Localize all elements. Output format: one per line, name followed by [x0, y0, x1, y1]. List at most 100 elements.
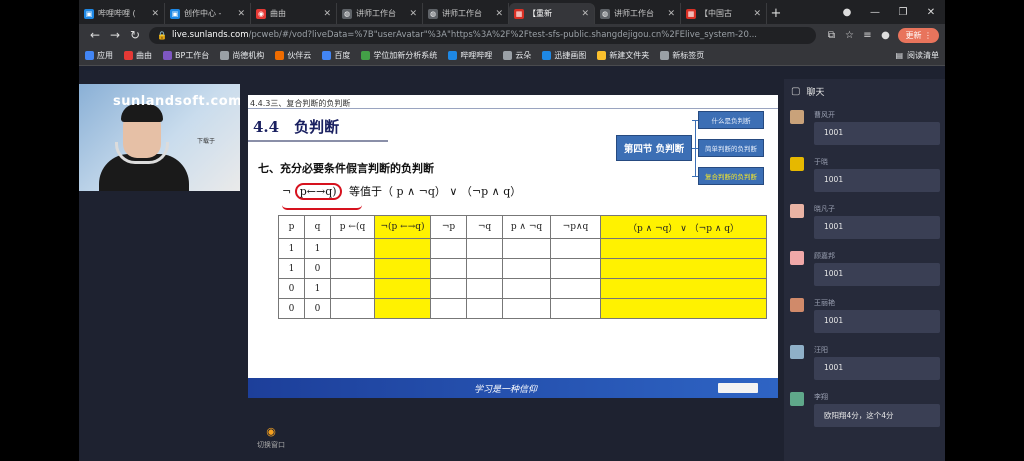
tab[interactable]: ▣ 哔哩哔哩 (✕: [79, 3, 165, 24]
bookmark-item[interactable]: 学位加新分析系统: [361, 50, 437, 61]
tab[interactable]: ▦ 【重新 ✕: [509, 3, 595, 24]
teacher-webcam[interactable]: sunlandsoft.com 下载于: [79, 84, 240, 191]
tab-close-icon[interactable]: ✕: [237, 9, 245, 19]
translate-icon[interactable]: ⧉: [822, 30, 840, 41]
switch-window-button[interactable]: ◉ 切换窗口: [257, 425, 285, 450]
footer-motto: 学习是一种信仰: [474, 385, 538, 395]
chat-message: 于晓 1001: [784, 150, 945, 197]
update-label: 更新: [905, 30, 922, 40]
bookmark-favicon-icon: [163, 51, 172, 60]
table-cell: [600, 298, 767, 319]
tab-label: 讲师工作台: [614, 9, 654, 18]
browser-window: ▣ 哔哩哔哩 (✕ ▣ 创作中心 - ✕ ◉ 曲由 ✕ ◍ 讲师工作台 ✕ ◍ 讲师工作台 ✕ ▦ 【重新 ✕ ◍…: [79, 0, 945, 461]
window-controls: ● — ❐ ✕: [833, 0, 945, 24]
bookmark-favicon-icon: [660, 51, 670, 60]
bookmark-star-icon[interactable]: ☆: [840, 30, 858, 41]
table-header: （p ∧ ¬q） ∨ （¬p ∧ q）: [600, 215, 767, 239]
mind-map-root: 第四节 负判断: [616, 135, 692, 161]
chat-panel: ▢ 聊天 曹风开 1001 于晓 1001 晓凡子 1001 顾嘉邦 1001 王丽艳 1001 汪…: [784, 79, 945, 461]
chat-username: 王丽艳: [814, 299, 835, 307]
forward-icon[interactable]: →: [105, 28, 125, 42]
truth-table-header-row: p q p ←(q ¬(p ←→q) ¬p ¬q p ∧ ¬q ¬p∧q （p …: [278, 215, 767, 239]
tab[interactable]: ◍ 讲师工作台 ✕: [423, 3, 509, 24]
chat-header: ▢ 聊天: [784, 79, 945, 103]
tab-close-icon[interactable]: ✕: [409, 9, 417, 19]
tab[interactable]: ▣ 创作中心 - ✕: [165, 3, 251, 24]
tab-close-icon[interactable]: ✕: [151, 9, 159, 19]
avatar[interactable]: [790, 392, 804, 406]
table-cell: [374, 278, 431, 299]
table-cell: [502, 238, 551, 259]
reading-list-button[interactable]: ▤ 阅读清单: [895, 50, 939, 61]
table-cell: [330, 278, 375, 299]
tab[interactable]: ◍ 讲师工作台 ✕: [337, 3, 423, 24]
chat-message: 王丽艳 1001: [784, 291, 945, 338]
bookmark-item[interactable]: 伙伴云: [275, 50, 311, 61]
avatar[interactable]: [790, 110, 804, 124]
bookmark-item[interactable]: BP工作台: [163, 50, 209, 61]
tab-close-icon[interactable]: ✕: [667, 9, 675, 19]
tab-close-icon[interactable]: ✕: [753, 9, 761, 19]
bookmark-label: 应用: [97, 51, 113, 60]
avatar[interactable]: [790, 298, 804, 312]
slide-heading: 4.4 负判断: [253, 118, 340, 136]
profile-icon[interactable]: ●: [876, 30, 894, 41]
avatar[interactable]: [790, 204, 804, 218]
chat-message-text: 欧阳翔4分，这个4分: [814, 404, 940, 427]
chat-username: 曹风开: [814, 111, 835, 119]
table-cell: [330, 238, 375, 259]
bookmark-item[interactable]: 迅捷画图: [542, 50, 586, 61]
tab[interactable]: ◍ 讲师工作台 ✕: [595, 3, 681, 24]
account-icon[interactable]: ●: [833, 7, 861, 18]
switch-window-icon: ◉: [266, 425, 276, 438]
address-bar[interactable]: 🔒 live.sunlands.com /pcweb/#/vod?liveDat…: [149, 26, 817, 44]
bookmark-item[interactable]: 尚德机构: [220, 50, 264, 61]
bookmark-favicon-icon: [124, 51, 133, 60]
bookmark-item[interactable]: 新建文件夹: [597, 50, 649, 61]
tab[interactable]: ▦ 【中国古 ✕: [681, 3, 767, 24]
bookmark-favicon-icon: [597, 51, 607, 60]
tab-strip: ▣ 哔哩哔哩 (✕ ▣ 创作中心 - ✕ ◉ 曲由 ✕ ◍ 讲师工作台 ✕ ◍ 讲师工作台 ✕ ▦ 【重新 ✕ ◍…: [79, 0, 945, 24]
tab-label: 创作中心 -: [184, 9, 222, 18]
table-cell: [430, 278, 467, 299]
bookmark-item[interactable]: 哔哩哔哩: [448, 50, 492, 61]
tab-label: 【重新: [528, 9, 552, 18]
new-tab-button[interactable]: +: [767, 3, 785, 24]
bookmark-item[interactable]: 云朵: [503, 50, 531, 61]
chat-message-list[interactable]: 曹风开 1001 于晓 1001 晓凡子 1001 顾嘉邦 1001 王丽艳 1001 汪阳 1001…: [784, 103, 945, 432]
table-cell: [330, 258, 375, 279]
mind-map-node: 简单判断的负判断: [698, 139, 764, 157]
bookmark-favicon-icon: [542, 51, 552, 60]
update-button[interactable]: 更新 ⋮: [898, 27, 939, 43]
red-annotation-underline: [282, 205, 362, 210]
maximize-icon[interactable]: ❐: [889, 7, 917, 18]
back-icon[interactable]: ←: [85, 28, 105, 42]
bookmark-label: BP工作台: [175, 51, 210, 60]
tab-close-icon[interactable]: ✕: [581, 9, 589, 19]
address-host: live.sunlands.com: [171, 30, 249, 40]
webcam-sub-text: 下载于: [197, 138, 216, 145]
bookmark-item[interactable]: 新标签页: [660, 50, 704, 61]
bookmark-item[interactable]: 百度: [322, 50, 350, 61]
slide-footer: 学习是一种信仰: [248, 378, 778, 398]
close-window-icon[interactable]: ✕: [917, 7, 945, 18]
table-cell: [600, 238, 767, 259]
bookmark-item[interactable]: 应用: [85, 50, 113, 61]
avatar[interactable]: [790, 251, 804, 265]
tab-favicon-icon: ◍: [342, 8, 352, 19]
tab[interactable]: ◉ 曲由 ✕: [251, 3, 337, 24]
reload-icon[interactable]: ↻: [125, 28, 145, 42]
bookmark-item[interactable]: 曲由: [124, 50, 152, 61]
tab-close-icon[interactable]: ✕: [495, 9, 503, 19]
bookmark-favicon-icon: [322, 51, 332, 60]
footer-logo: [718, 383, 758, 393]
chat-message: 晓凡子 1001: [784, 197, 945, 244]
table-cell: [430, 238, 467, 259]
tab-close-icon[interactable]: ✕: [323, 9, 331, 19]
avatar[interactable]: [790, 345, 804, 359]
avatar[interactable]: [790, 157, 804, 171]
minimize-icon[interactable]: —: [861, 7, 889, 18]
table-cell: [550, 278, 601, 299]
media-control-icon[interactable]: ≡: [858, 30, 876, 41]
chat-message-text: 1001: [814, 216, 940, 239]
